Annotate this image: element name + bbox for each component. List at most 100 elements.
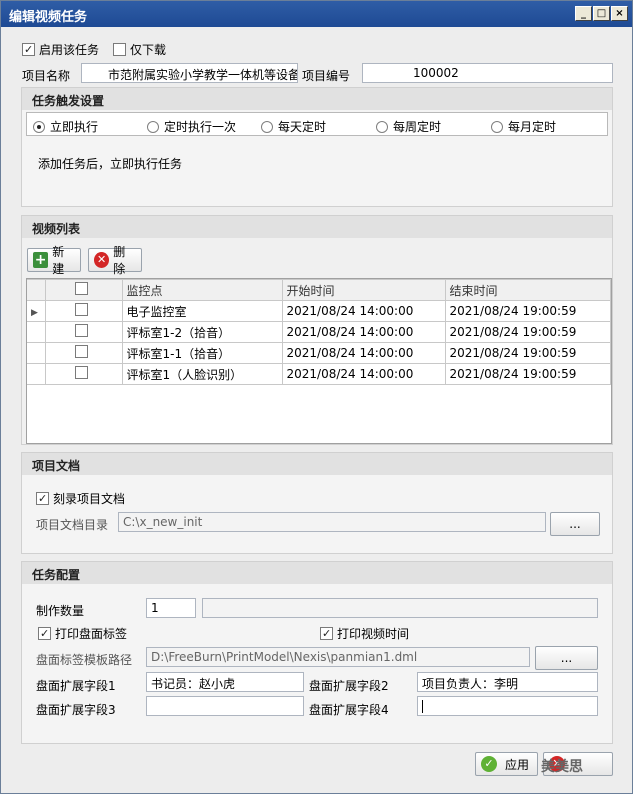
print-label-option[interactable]: 打印盘面标签 [38,625,127,642]
print-label-checkbox[interactable] [38,627,51,640]
row-select-cell[interactable] [44,321,123,343]
project-docs-header: 项目文档 [22,453,612,475]
maximize-button[interactable]: □ [593,6,610,21]
row-select-cell[interactable] [44,300,123,322]
table-row[interactable]: 评标室1-1（拾音） 2021/08/24 14:00:00 2021/08/2… [27,342,611,364]
minimize-button[interactable]: _ [575,6,592,21]
table-row[interactable]: 评标室1-2（拾音） 2021/08/24 14:00:00 2021/08/2… [27,321,611,343]
download-only-checkbox[interactable] [113,43,126,56]
select-all-header[interactable] [44,279,123,301]
burn-docs-label: 刻录项目文档 [53,492,126,506]
radio-weekly[interactable]: 每周定时 [376,118,441,135]
video-list-header: 视频列表 [22,216,612,238]
print-time-option[interactable]: 打印视频时间 [320,625,409,642]
download-only-option[interactable]: 仅下载 [113,41,166,58]
template-browse-button[interactable]: ... [535,646,598,670]
check-icon: ✓ [481,756,497,772]
ext1-label: 盘面扩展字段1 [36,679,116,693]
ext4-field[interactable] [417,696,598,716]
ext1-field[interactable]: 书记员：赵小虎 [146,672,304,692]
new-button-label: 新建 [52,245,65,276]
row-checkbox[interactable] [75,366,88,379]
docs-dir-label: 项目文档目录 [36,518,109,532]
burn-docs-option[interactable]: 刻录项目文档 [36,490,125,507]
row-checkbox[interactable] [75,345,88,358]
enable-task-label: 启用该任务 [39,43,100,57]
video-table-header-row: 监控点 开始时间 结束时间 [27,279,611,301]
radio-daily[interactable]: 每天定时 [261,118,326,135]
ext3-field[interactable] [146,696,304,716]
task-config-group: 任务配置 制作数量 1 打印盘面标签 打印视频时间 盘面标签模板路径 D:\Fr… [21,561,613,744]
print-label-label: 打印盘面标签 [55,627,128,641]
current-row-arrow-icon: ▶ [31,308,38,318]
burn-docs-checkbox[interactable] [36,492,49,505]
project-no-field[interactable]: 100002 [362,63,613,83]
ext2-field[interactable]: 项目负责人：李明 [417,672,598,692]
apply-button[interactable]: ✓ 应用 [475,752,538,776]
radio-monthly-dot[interactable] [491,120,503,133]
video-grid: 监控点 开始时间 结束时间 ▶ 电子监控室 2021/08/24 14:00:0… [26,278,612,444]
edit-video-task-window: 编辑视频任务 _ □ × 启用该任务 仅下载 项目名称 市范附属实验小学教学一体… [0,0,633,794]
project-name-field[interactable]: 市范附属实验小学教学一体机等设备 [81,63,298,83]
table-row[interactable]: 评标室1（人脸识别） 2021/08/24 14:00:00 2021/08/2… [27,363,611,385]
radio-immediate-label: 立即执行 [50,120,99,134]
radio-daily-dot[interactable] [261,120,273,133]
trigger-settings-group: 任务触发设置 立即执行 定时执行一次 每天定时 每周定时 每月定时 添加任务后，… [21,87,613,207]
project-no-label: 项目编号 [302,69,351,83]
table-row[interactable]: ▶ 电子监控室 2021/08/24 14:00:00 2021/08/24 1… [27,300,611,322]
ext3-label: 盘面扩展字段3 [36,703,116,717]
radio-once[interactable]: 定时执行一次 [147,118,236,135]
select-all-checkbox[interactable] [75,282,88,295]
trigger-settings-header: 任务触发设置 [22,88,612,110]
cell-start: 2021/08/24 14:00:00 [281,321,446,343]
radio-weekly-dot[interactable] [376,120,388,133]
docs-dir-value: C:\x_new_init [123,515,203,529]
docs-browse-button[interactable]: ... [550,512,600,536]
radio-once-label: 定时执行一次 [164,120,237,134]
enable-task-option[interactable]: 启用该任务 [22,41,99,58]
window-title: 编辑视频任务 [9,10,88,25]
docs-dir-field[interactable]: C:\x_new_init [118,512,546,532]
radio-once-dot[interactable] [147,120,159,133]
row-checkbox[interactable] [75,324,88,337]
video-table: 监控点 开始时间 结束时间 ▶ 电子监控室 2021/08/24 14:00:0… [27,279,611,385]
cell-point: 评标室1（人脸识别） [121,363,283,385]
delete-button[interactable]: ✕ 删除 [88,245,142,276]
row-select-cell[interactable] [44,342,123,364]
watermark-text: 美美思 [541,759,583,775]
template-path-field[interactable]: D:\FreeBurn\PrintModel\Nexis\panmian1.dm… [146,647,530,667]
radio-immediate-dot[interactable] [33,120,45,133]
project-no-value: 100002 [413,66,459,80]
apply-button-label: 应用 [505,757,530,772]
radio-monthly[interactable]: 每月定时 [491,118,556,135]
cell-start: 2021/08/24 14:00:00 [281,363,446,385]
new-button[interactable]: + 新建 [27,245,81,276]
cell-end: 2021/08/24 19:00:59 [444,363,611,385]
project-name-value: 市范附属实验小学教学一体机等设备 [108,68,298,82]
add-icon: + [33,252,49,268]
row-select-cell[interactable] [44,363,123,385]
radio-daily-label: 每天定时 [278,120,327,134]
close-button[interactable]: × [611,6,628,21]
ext2-label: 盘面扩展字段2 [309,679,389,693]
template-path-value: D:\FreeBurn\PrintModel\Nexis\panmian1.dm… [151,650,418,664]
column-header-point[interactable]: 监控点 [121,279,283,301]
task-config-header: 任务配置 [22,562,612,584]
print-time-checkbox[interactable] [320,627,333,640]
count-value: 1 [151,601,159,615]
delete-icon: ✕ [94,252,110,268]
ext2-value: 项目负责人：李明 [422,677,519,691]
column-header-start[interactable]: 开始时间 [281,279,446,301]
title-bar[interactable]: 编辑视频任务 _ □ × [1,1,632,27]
ext1-value: 书记员：赵小虎 [151,677,236,691]
row-indicator: ▶ [27,300,46,322]
enable-task-checkbox[interactable] [22,43,35,56]
count-field[interactable]: 1 [146,598,196,618]
radio-immediate[interactable]: 立即执行 [33,118,98,135]
template-path-label: 盘面标签模板路径 [36,653,133,667]
column-header-end[interactable]: 结束时间 [444,279,611,301]
delete-button-label: 删除 [113,245,126,276]
count-label: 制作数量 [36,604,85,618]
row-checkbox[interactable] [75,303,88,316]
project-name-label: 项目名称 [22,69,71,83]
